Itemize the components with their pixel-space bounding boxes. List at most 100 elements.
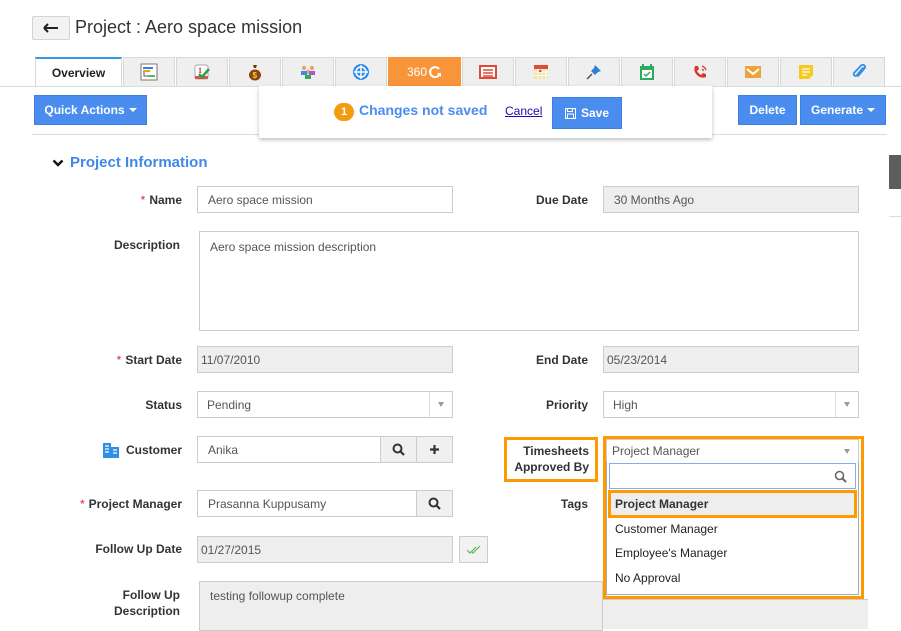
tab-pin[interactable]: [568, 57, 620, 86]
tab-team[interactable]: [282, 57, 334, 86]
search-icon: [834, 470, 847, 483]
dropdown-search-input[interactable]: [609, 463, 856, 489]
tab-tasks[interactable]: 1: [176, 57, 228, 86]
priority-select[interactable]: High: [603, 391, 859, 418]
tab-web[interactable]: [335, 57, 387, 86]
customer-input[interactable]: Anika: [197, 436, 453, 463]
unsaved-message: Changes not saved: [359, 102, 488, 118]
save-button[interactable]: Save: [552, 97, 622, 129]
follow-up-complete-button[interactable]: [459, 536, 488, 563]
status-select[interactable]: Pending: [197, 391, 453, 418]
tags-label: Tags: [560, 497, 588, 511]
required-marker: *: [79, 497, 85, 511]
follow-up-description-textarea[interactable]: testing followup complete: [199, 581, 603, 631]
plus-icon: [430, 445, 439, 454]
end-date-input[interactable]: 05/23/2014: [603, 346, 859, 373]
timesheets-approved-by-select[interactable]: Project Manager: [606, 439, 859, 462]
floppy-disk-icon: [564, 107, 576, 119]
description-textarea[interactable]: Aero space mission description: [199, 231, 859, 331]
team-users-icon: [301, 65, 315, 79]
timesheets-dropdown-list: Project Manager Customer Manager Employe…: [606, 461, 859, 595]
tab-360[interactable]: 360: [388, 57, 461, 86]
tab-gantt[interactable]: [123, 57, 175, 86]
save-label: Save: [580, 106, 610, 120]
gantt-chart-icon: [140, 63, 158, 81]
due-date-label: Due Date: [535, 193, 588, 207]
status-value: Pending: [207, 397, 252, 412]
phone-call-icon: [694, 65, 707, 78]
search-icon: [392, 443, 405, 456]
tab-bar: Overview 1 $ 360: [35, 57, 886, 86]
chevron-down-icon: [52, 159, 64, 167]
description-label: Description: [113, 238, 180, 252]
tab-events[interactable]: [621, 57, 673, 86]
section-project-information[interactable]: Project Information: [52, 154, 208, 171]
newspaper-icon: [479, 65, 497, 79]
dropdown-option[interactable]: No Approval: [615, 571, 680, 585]
tab-news[interactable]: [462, 57, 514, 86]
caret-down-icon: [128, 108, 137, 112]
unsaved-count-badge: 1: [334, 103, 354, 121]
money-bag-icon: $: [249, 65, 261, 81]
end-date-label: End Date: [535, 353, 588, 367]
calendar-icon: [534, 65, 548, 79]
caret-down-icon: [867, 108, 876, 112]
globe-target-icon: [353, 64, 369, 80]
refresh-360-icon: [429, 66, 442, 79]
sticky-note-icon: [799, 65, 813, 79]
follow-up-date-input[interactable]: 01/27/2015: [197, 536, 453, 563]
tab-email[interactable]: [727, 57, 779, 86]
priority-label: Priority: [545, 398, 588, 412]
scrollbar-track-line: [889, 216, 901, 217]
dropdown-option[interactable]: Employee's Manager: [615, 546, 727, 560]
email-icon: [745, 66, 761, 78]
project-manager-input[interactable]: Prasanna Kuppusamy: [197, 490, 453, 517]
name-label-text: Name: [149, 193, 182, 207]
follow-up-description-label-line2: Description: [113, 604, 180, 618]
required-marker: *: [116, 353, 122, 367]
generate-button[interactable]: Generate: [800, 95, 886, 125]
name-input[interactable]: Aero space mission: [197, 186, 453, 213]
name-label: * Name: [141, 193, 182, 207]
customer-value: Anika: [208, 442, 239, 457]
task-checklist-icon: 1: [194, 64, 210, 80]
project-manager-label-text: Project Manager: [88, 497, 182, 511]
timesheets-value: Project Manager: [612, 444, 701, 458]
back-button[interactable]: [32, 16, 70, 40]
dropdown-arrow-icon: [835, 440, 858, 462]
timesheets-approved-by-label: Timesheets Approved By: [504, 437, 598, 482]
dropdown-arrow-icon: [429, 392, 452, 417]
dropdown-option[interactable]: Customer Manager: [615, 522, 718, 536]
tab-calls[interactable]: [674, 57, 726, 86]
tab-notes[interactable]: [780, 57, 832, 86]
customer-add-button[interactable]: [416, 437, 452, 462]
timesheets-label-line2: Approved By: [514, 460, 589, 474]
delete-label: Delete: [749, 103, 786, 117]
customer-label-text: Customer: [125, 443, 182, 457]
tab-attachments[interactable]: [833, 57, 885, 86]
quick-actions-button[interactable]: Quick Actions: [34, 95, 147, 125]
tab-360-label: 360: [406, 65, 428, 79]
dropdown-option[interactable]: Project Manager: [615, 497, 708, 511]
project-manager-search-button[interactable]: [416, 491, 452, 516]
start-date-input[interactable]: 11/07/2010: [197, 346, 453, 373]
cancel-link[interactable]: Cancel: [505, 104, 542, 118]
pin-icon: [586, 65, 601, 80]
project-manager-label: * Project Manager: [80, 497, 182, 511]
dropdown-arrow-icon: [835, 392, 858, 417]
timesheets-label-line1: Timesheets: [523, 444, 589, 458]
tab-overview[interactable]: Overview: [35, 57, 122, 86]
arrow-left-icon: [43, 23, 58, 33]
follow-up-description-label: Follow Up Description: [114, 587, 180, 619]
section-title: Project Information: [70, 154, 208, 171]
tab-finance[interactable]: $: [229, 57, 281, 86]
calendar-check-icon: [640, 64, 654, 80]
required-marker: *: [140, 193, 146, 207]
customer-label: Customer: [102, 442, 182, 458]
scrollbar-thumb[interactable]: [889, 155, 901, 189]
paperclip-icon: [852, 63, 867, 77]
tab-calendar[interactable]: [515, 57, 567, 86]
delete-button[interactable]: Delete: [738, 95, 797, 125]
customer-search-button[interactable]: [380, 437, 416, 462]
search-icon: [428, 497, 441, 510]
